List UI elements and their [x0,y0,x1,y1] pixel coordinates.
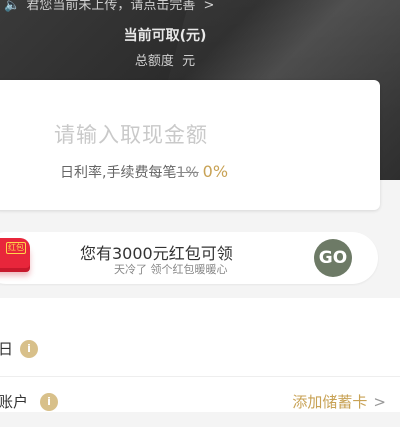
chevron-right-icon: > [203,0,215,13]
chevron-right-icon: > [373,393,386,411]
credit-label: 总额度 [134,54,174,69]
promo-subtitle: 天冷了 领个红包暖暖心 [114,263,228,276]
rate-prefix: 日利率,手续费每笔 [60,165,177,181]
notice-bar[interactable]: 🔈 君您当前未上传，请点击完善 > [0,0,400,13]
available-amount-title: 当前可取(元) [123,28,207,44]
credit-unit: 元 [182,54,196,69]
red-packet-icon: 红包 [0,238,30,268]
withdraw-amount-card: 日利率,手续费每笔1%0% [0,80,380,210]
total-credit-line: 总额度 元 [0,50,330,69]
notice-text: 君您当前未上传，请点击完善 [26,0,196,13]
list-item[interactable]: 日 i [0,324,400,374]
red-packet-badge-text: 红包 [6,242,26,254]
rate-fee-line: 日利率,手续费每笔1% 0% [60,162,228,182]
settings-list: 日 i 账户 i 添加储蓄卡 > [0,298,400,412]
red-packet-promo[interactable]: 红包 您有3000元红包可领 天冷了 领个红包暖暖心 GO [0,232,378,284]
speaker-icon: 🔈 [4,0,21,13]
row-label: 账户 [0,393,29,411]
list-item[interactable]: 账户 i 添加储蓄卡 > [0,376,400,427]
withdraw-amount-input[interactable] [54,118,294,152]
info-icon[interactable]: i [20,340,38,358]
fee-old: 1% [176,165,199,181]
go-button[interactable]: GO [314,239,352,277]
add-debit-card-label: 添加储蓄卡 [292,393,368,411]
add-debit-card-link[interactable]: 添加储蓄卡 > [292,391,386,412]
fee-new: 0% [202,162,229,181]
info-icon[interactable]: i [40,393,58,411]
row-label: 日 [0,340,14,358]
